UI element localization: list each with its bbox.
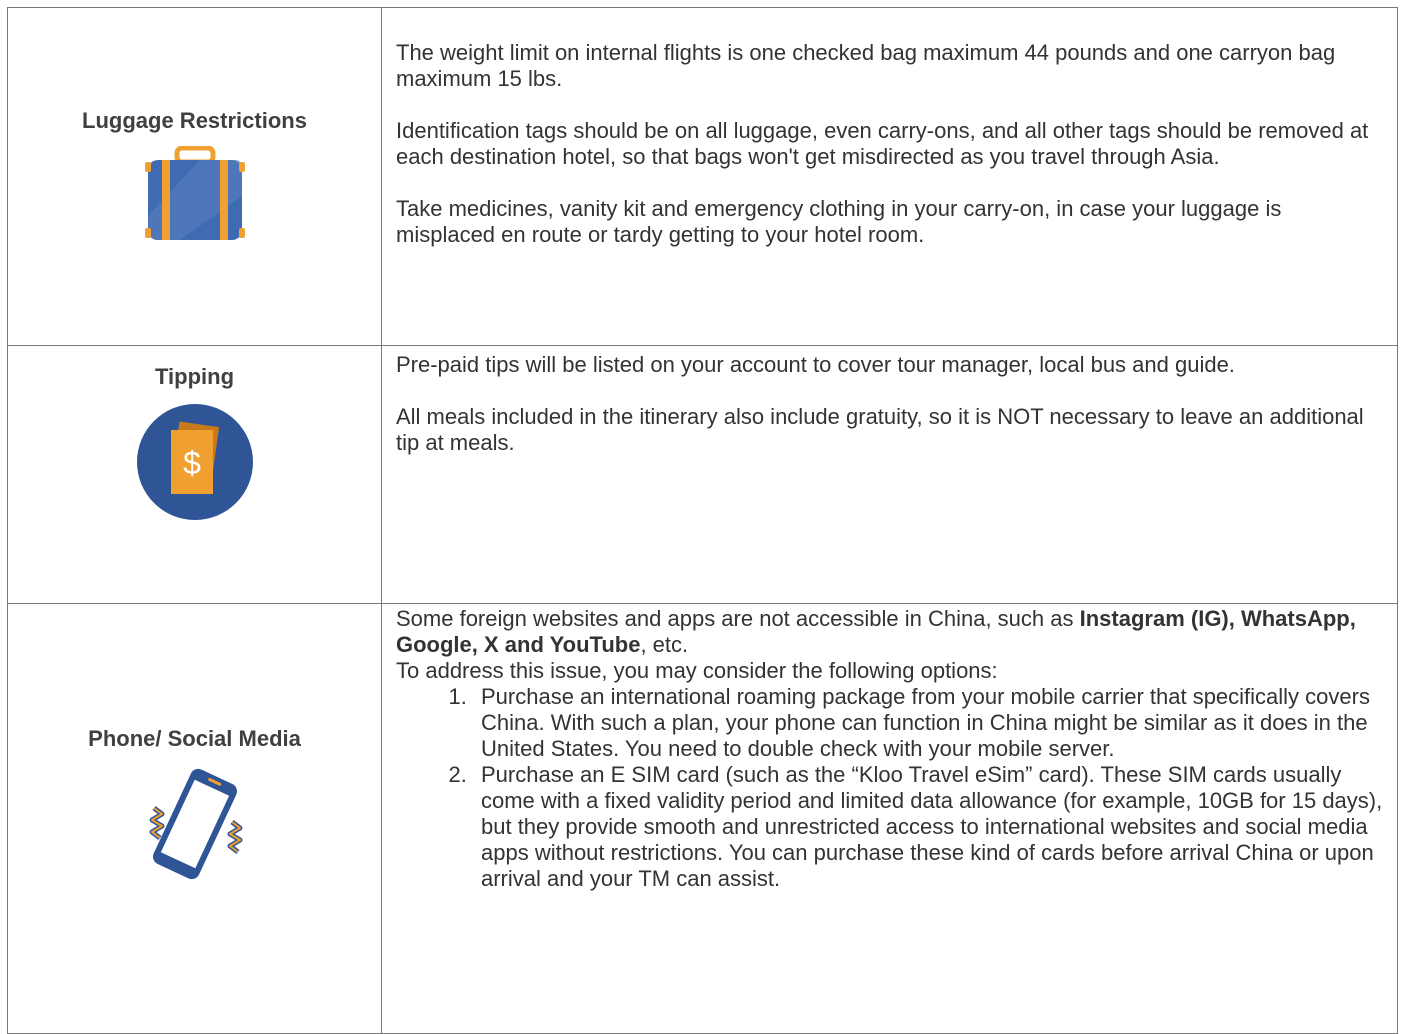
phone-options-list: Purchase an international roaming packag… — [396, 684, 1383, 892]
phone-text-cell: Some foreign websites and apps are not a… — [381, 603, 1398, 1034]
phone-title: Phone/ Social Media — [88, 725, 301, 751]
phone-option-1: Purchase an international roaming packag… — [473, 684, 1383, 762]
table-row-phone: Phone/ Social Media Some foreign website… — [7, 603, 1398, 1034]
tipping-text-cell: Pre-paid tips will be listed on your acc… — [381, 345, 1398, 604]
luggage-paragraph-1: The weight limit on internal flights is … — [396, 40, 1336, 91]
travel-info-table: Luggage Restrictions The weight limit on… — [7, 7, 1398, 1034]
tipping-label-cell: Tipping $ — [7, 345, 382, 604]
tipping-paragraph-1: Pre-paid tips will be listed on your acc… — [396, 352, 1235, 377]
table-row-tipping: Tipping $ Pre-paid tips will be listed o… — [7, 345, 1398, 604]
luggage-title: Luggage Restrictions — [82, 107, 307, 133]
phone-option-2: Purchase an E SIM card (such as the “Klo… — [473, 762, 1383, 892]
tipping-title: Tipping — [154, 363, 235, 389]
phone-options-intro: To address this issue, you may consider … — [396, 658, 998, 683]
dollar-bills-icon: $ — [136, 403, 253, 520]
phone-label-cell: Phone/ Social Media — [7, 603, 382, 1034]
vibrating-phone-icon — [149, 768, 242, 879]
phone-intro: Some foreign websites and apps are not a… — [396, 606, 1383, 658]
luggage-label-cell: Luggage Restrictions — [7, 7, 382, 346]
svg-text:$: $ — [183, 445, 201, 481]
luggage-text-cell: The weight limit on internal flights is … — [381, 7, 1398, 346]
phone-intro-start: Some foreign websites and apps are not a… — [396, 606, 1080, 631]
luggage-paragraph-3: Take medicines, vanity kit and emergency… — [396, 196, 1282, 247]
tipping-paragraph-2: All meals included in the itinerary also… — [396, 404, 1364, 455]
suitcase-icon — [144, 145, 245, 240]
phone-intro-end: , etc. — [640, 632, 689, 657]
luggage-paragraph-2: Identification tags should be on all lug… — [396, 118, 1369, 169]
table-row-luggage: Luggage Restrictions The weight limit on… — [7, 7, 1398, 346]
